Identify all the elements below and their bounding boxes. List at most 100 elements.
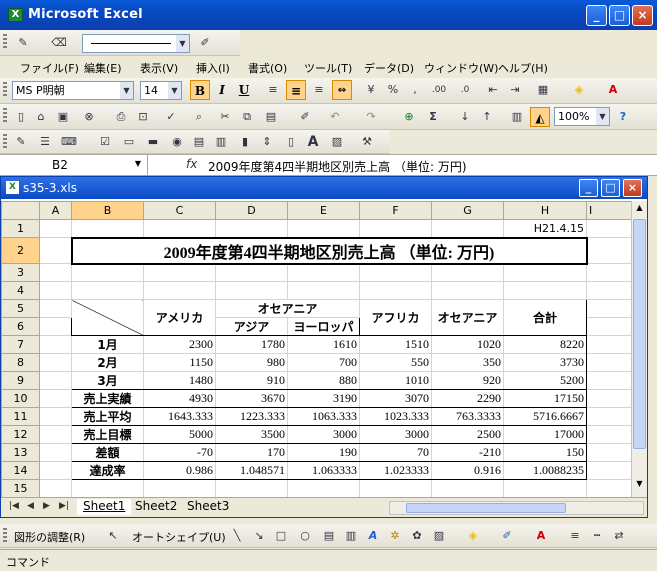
cell-oceania[interactable]: 763.3333	[431, 407, 504, 426]
cell[interactable]	[39, 237, 72, 264]
tab-sheet3[interactable]: Sheet3	[181, 499, 235, 515]
vertical-scrollbar[interactable]: ▲ ▼	[631, 201, 647, 497]
cell-label[interactable]: 3月	[71, 371, 144, 390]
cell-asia[interactable]: 980	[215, 353, 288, 372]
col-header[interactable]: B	[71, 201, 144, 220]
cell[interactable]	[71, 479, 144, 498]
header-oceania[interactable]: オセアニア	[431, 299, 504, 336]
cell[interactable]	[287, 219, 360, 238]
cell[interactable]	[39, 317, 72, 336]
diagonal-header-cell[interactable]	[71, 299, 144, 336]
redo-icon[interactable]: ↷	[362, 108, 380, 126]
textbox-icon[interactable]: ▭	[120, 133, 138, 151]
cell-america[interactable]: 1150	[143, 353, 216, 372]
adjust-shapes-menu[interactable]: 図形の調整(R)	[14, 529, 85, 545]
cell-europe[interactable]: 3190	[287, 389, 360, 408]
copy-icon[interactable]: ⧉	[238, 108, 256, 126]
sheet-title-cell[interactable]: 2009年度第4四半期地区別売上高 （単位: 万円)	[70, 236, 588, 265]
image-icon[interactable]: ▨	[328, 133, 346, 151]
cell-asia[interactable]: 3500	[215, 425, 288, 444]
close-button[interactable]: ×	[632, 5, 653, 26]
horizontal-scroll-thumb[interactable]	[406, 503, 566, 513]
formula-input[interactable]: 2009年度第4四半期地区別売上高 （単位: 万円)	[208, 158, 467, 175]
cell-label[interactable]: 達成率	[71, 461, 144, 480]
cell[interactable]	[586, 299, 633, 318]
chart-wizard-icon[interactable]: ▥	[508, 108, 526, 126]
oval-icon[interactable]: ○	[296, 527, 314, 545]
cell-label[interactable]: 1月	[71, 335, 144, 354]
cell[interactable]	[359, 219, 432, 238]
label-icon[interactable]: A	[304, 133, 322, 151]
row-header[interactable]: 7	[1, 335, 40, 354]
cell-total[interactable]: 17150	[503, 389, 587, 408]
cell-america[interactable]: 2300	[143, 335, 216, 354]
line-style-select[interactable]: ▼	[82, 34, 190, 53]
cell[interactable]	[586, 263, 633, 282]
shape-line-color-icon[interactable]: ✐	[498, 527, 516, 545]
cell[interactable]	[39, 263, 72, 282]
cell[interactable]	[586, 317, 633, 336]
line-icon[interactable]: ╲	[228, 527, 246, 545]
cell-europe[interactable]: 1063.333	[287, 407, 360, 426]
font-size-select[interactable]: 14 ▼	[140, 81, 182, 100]
cell-label[interactable]: 売上目標	[71, 425, 144, 444]
cell[interactable]	[503, 263, 587, 282]
print-icon[interactable]: ⎙	[112, 108, 130, 126]
cell[interactable]	[431, 479, 504, 498]
row-header[interactable]: 2	[1, 237, 40, 264]
cell[interactable]	[586, 461, 633, 480]
font-color-icon[interactable]: A	[532, 527, 550, 545]
col-header[interactable]: H	[503, 201, 587, 220]
currency-icon[interactable]: ¥	[362, 81, 380, 99]
decrease-decimal-icon[interactable]: .0	[456, 81, 474, 99]
cell-europe[interactable]: 880	[287, 371, 360, 390]
next-sheet-icon[interactable]: ▶	[43, 501, 50, 511]
prev-sheet-icon[interactable]: ◀	[27, 501, 34, 511]
cell[interactable]	[586, 407, 633, 426]
cell-america[interactable]: 1643.333	[143, 407, 216, 426]
cell-oceania[interactable]: 920	[431, 371, 504, 390]
cell-europe[interactable]: 190	[287, 443, 360, 462]
menu-tools[interactable]: ツール(T)	[304, 60, 352, 76]
design-mode-icon[interactable]: ✎	[12, 133, 30, 151]
cell-asia[interactable]: 3670	[215, 389, 288, 408]
outdent-icon[interactable]: ⇤	[484, 81, 502, 99]
cell-africa[interactable]: 1.023333	[359, 461, 432, 480]
font-color-icon[interactable]: A	[604, 81, 622, 99]
cell-africa[interactable]: 3000	[359, 425, 432, 444]
cell[interactable]	[586, 443, 633, 462]
cell[interactable]	[71, 263, 144, 282]
menu-window[interactable]: ウィンドウ(W)	[424, 60, 498, 76]
row-header[interactable]: 10	[1, 389, 40, 408]
cell[interactable]	[586, 425, 633, 444]
cell-asia[interactable]: 910	[215, 371, 288, 390]
cell-europe[interactable]: 1610	[287, 335, 360, 354]
row-header[interactable]: 4	[1, 281, 40, 300]
menu-edit[interactable]: 編集(E)	[84, 60, 122, 76]
picture-icon[interactable]: ▨	[430, 527, 448, 545]
cell[interactable]	[586, 479, 633, 498]
wb-close-button[interactable]: ×	[623, 179, 642, 197]
cell-europe[interactable]: 3000	[287, 425, 360, 444]
cell-total[interactable]: 3730	[503, 353, 587, 372]
cell[interactable]	[39, 371, 72, 390]
spelling-icon[interactable]: ✓	[162, 108, 180, 126]
minimize-button[interactable]: _	[586, 5, 607, 26]
checkbox-icon[interactable]: ☑	[96, 133, 114, 151]
cell[interactable]	[359, 263, 432, 282]
scroll-down-icon[interactable]: ▼	[633, 479, 646, 493]
drawing-icon[interactable]: ◭	[530, 107, 550, 127]
cell-total[interactable]: 5716.6667	[503, 407, 587, 426]
cell[interactable]	[586, 237, 633, 264]
cell-africa[interactable]: 70	[359, 443, 432, 462]
cell-asia[interactable]: 1.048571	[215, 461, 288, 480]
properties-icon[interactable]: ☰	[36, 133, 54, 151]
header-oceania-group[interactable]: オセアニア	[215, 299, 360, 318]
cell-label[interactable]: 売上実績	[71, 389, 144, 408]
cell[interactable]	[39, 281, 72, 300]
cell[interactable]	[215, 281, 288, 300]
cell-asia[interactable]: 170	[215, 443, 288, 462]
zoom-select[interactable]: 100% ▼	[554, 107, 610, 126]
cell-africa[interactable]: 3070	[359, 389, 432, 408]
align-right-icon[interactable]: ≡	[310, 81, 328, 99]
